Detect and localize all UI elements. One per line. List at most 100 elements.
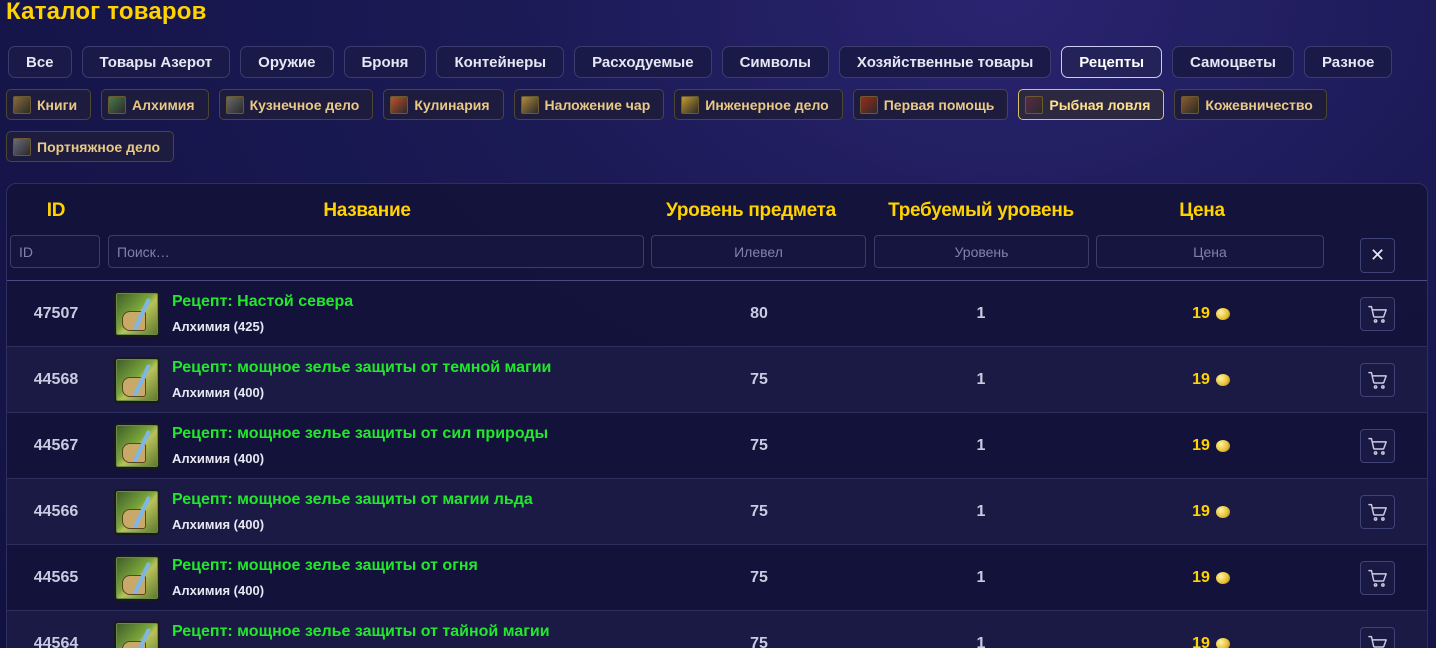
category-tabs: Все Товары Азерот Оружие Броня Контейнеры Рас… xyxy=(8,46,1393,78)
gold-coin-icon xyxy=(1215,440,1230,452)
subcategory-button[interactable]: Алхимия xyxy=(101,89,209,120)
clear-filters-button[interactable]: ✕ xyxy=(1360,238,1395,273)
category-tab[interactable]: Все xyxy=(8,46,72,78)
item-price: 19 xyxy=(1096,545,1326,611)
item-profession: Алхимия (400) xyxy=(172,451,265,466)
item-name-link[interactable]: Рецепт: мощное зелье защиты от сил приро… xyxy=(172,425,548,443)
item-name-link[interactable]: Рецепт: Настой севера xyxy=(172,293,353,311)
subcategory-button[interactable]: Кулинария xyxy=(383,89,504,120)
item-level: 75 xyxy=(750,371,768,388)
add-to-cart-button[interactable] xyxy=(1360,363,1395,397)
column-header-required-level[interactable]: Требуемый уровень xyxy=(873,200,1089,222)
subcategory-label: Наложение чар xyxy=(544,96,651,113)
subcategory-label: Кузнечное дело xyxy=(249,96,360,113)
close-icon: ✕ xyxy=(1369,245,1386,265)
gold-coin-icon xyxy=(1215,374,1230,386)
item-id: 44568 xyxy=(33,371,79,388)
table-row: 44564 Рецепт: мощное зелье защиты от тайн… xyxy=(7,611,1427,648)
subcategory-label: Портняжное дело xyxy=(37,138,161,155)
subcategory-button[interactable]: Наложение чар xyxy=(513,89,665,120)
price-value: 19 xyxy=(1192,503,1210,520)
anvil-icon xyxy=(225,95,244,114)
required-level: 1 xyxy=(976,635,986,648)
recipe-icon[interactable] xyxy=(114,423,160,469)
gold-coin-icon xyxy=(1215,308,1230,320)
recipe-icon[interactable] xyxy=(114,291,160,337)
subcategory-button[interactable]: Рыбная ловля xyxy=(1018,89,1165,120)
cart-icon xyxy=(1367,305,1388,323)
add-to-cart-button[interactable] xyxy=(1360,429,1395,463)
gold-coin-icon xyxy=(1215,572,1230,584)
subcategory-button[interactable]: Кузнечное дело xyxy=(218,89,374,120)
cart-icon xyxy=(1367,437,1388,455)
item-id: 47507 xyxy=(33,305,79,322)
recipe-icon[interactable] xyxy=(114,357,160,403)
item-id: 44566 xyxy=(33,503,79,520)
category-tab[interactable]: Броня xyxy=(343,46,427,78)
price-value: 19 xyxy=(1192,305,1210,322)
recipe-icon[interactable] xyxy=(114,555,160,601)
column-header-ilvl[interactable]: Уровень предмета xyxy=(651,200,851,222)
tailoring-icon xyxy=(13,137,31,156)
column-header-name[interactable]: Название xyxy=(107,200,627,222)
fishing-icon xyxy=(1025,95,1044,114)
category-tab[interactable]: Товары Азерот xyxy=(81,46,231,78)
category-tab[interactable]: Символы xyxy=(721,46,829,78)
required-level: 1 xyxy=(976,437,986,454)
subcategory-button[interactable]: Инженерное дело xyxy=(674,89,843,120)
add-to-cart-button[interactable] xyxy=(1360,561,1395,595)
cooking-icon xyxy=(390,95,409,114)
recipe-icon[interactable] xyxy=(114,489,160,535)
item-profession: Алхимия (425) xyxy=(172,319,265,334)
item-level: 75 xyxy=(750,635,768,648)
category-tab[interactable]: Контейнеры xyxy=(436,46,565,78)
item-price: 19 xyxy=(1096,413,1326,479)
name-search-input[interactable]: Поиск… xyxy=(108,235,644,268)
category-tab[interactable]: Разное xyxy=(1304,46,1393,78)
price-value: 19 xyxy=(1192,635,1210,648)
column-header-price[interactable]: Цена xyxy=(1096,200,1308,222)
table-row: 47507 Рецепт: Настой севера Алхимия (425) 8… xyxy=(7,281,1427,347)
cart-icon xyxy=(1367,371,1388,389)
item-level: 75 xyxy=(750,437,768,454)
category-tab[interactable]: Оружие xyxy=(240,46,334,78)
category-tab[interactable]: Самоцветы xyxy=(1172,46,1294,78)
cart-icon xyxy=(1367,503,1388,521)
item-name-link[interactable]: Рецепт: мощное зелье защиты от огня xyxy=(172,557,478,575)
subcategory-button[interactable]: Книги xyxy=(6,89,92,120)
id-filter-input[interactable]: ID xyxy=(10,235,100,268)
required-level-filter-input[interactable]: Уровень xyxy=(874,235,1089,268)
item-profession: Алхимия (400) xyxy=(172,385,265,400)
first-aid-icon xyxy=(859,95,878,114)
subcategory-button[interactable]: Портняжное дело xyxy=(6,131,175,162)
subcategory-label: Рыбная ловля xyxy=(1049,96,1151,113)
gold-coin-icon xyxy=(1215,638,1230,648)
category-tab[interactable]: Расходуемые xyxy=(574,46,712,78)
item-id: 44567 xyxy=(33,437,79,454)
ilvl-filter-input[interactable]: Илевел xyxy=(651,235,866,268)
item-name-link[interactable]: Рецепт: мощное зелье защиты от темной ма… xyxy=(172,359,551,377)
required-level: 1 xyxy=(976,503,986,520)
subcategory-button[interactable]: Первая помощь xyxy=(852,89,1009,120)
subcategory-label: Первая помощь xyxy=(883,96,995,113)
item-name-link[interactable]: Рецепт: мощное зелье защиты от магии льд… xyxy=(172,491,533,509)
table-row: 44567 Рецепт: мощное зелье защиты от сил … xyxy=(7,413,1427,479)
add-to-cart-button[interactable] xyxy=(1360,495,1395,529)
price-filter-input[interactable]: Цена xyxy=(1096,235,1324,268)
gold-coin-icon xyxy=(1215,506,1230,518)
price-value: 19 xyxy=(1192,371,1210,388)
subcategory-button[interactable]: Кожевничество xyxy=(1174,89,1327,120)
required-level: 1 xyxy=(976,371,986,388)
item-level: 75 xyxy=(750,569,768,586)
column-header-id[interactable]: ID xyxy=(7,200,105,222)
category-tab[interactable]: Рецепты xyxy=(1061,46,1163,78)
add-to-cart-button[interactable] xyxy=(1360,627,1395,648)
item-name-link[interactable]: Рецепт: мощное зелье защиты от тайной ма… xyxy=(172,623,550,641)
enchant-scroll-icon xyxy=(520,95,539,114)
recipe-icon[interactable] xyxy=(114,621,160,648)
table-row: 44568 Рецепт: мощное зелье защиты от темн… xyxy=(7,347,1427,413)
item-price: 19 xyxy=(1096,611,1326,648)
category-tab[interactable]: Хозяйственные товары xyxy=(838,46,1052,78)
item-id: 44565 xyxy=(33,569,79,586)
add-to-cart-button[interactable] xyxy=(1360,297,1395,331)
